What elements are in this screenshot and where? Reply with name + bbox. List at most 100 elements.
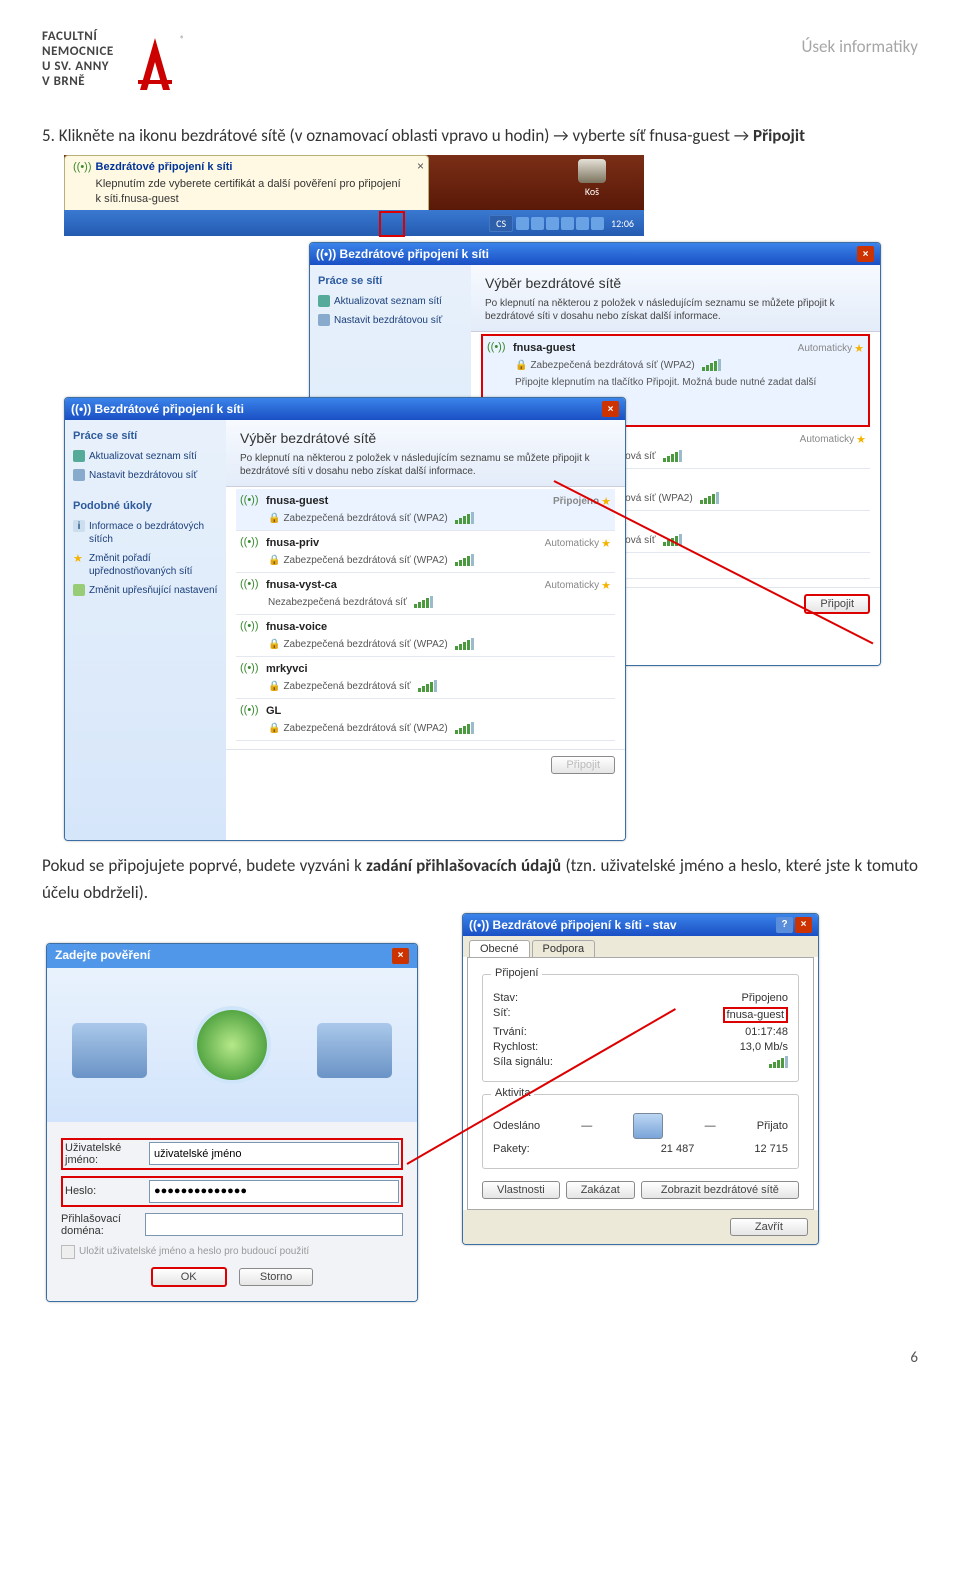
row-value: Připojeno (742, 992, 788, 1004)
lock-icon: 🔒 (268, 723, 280, 734)
signal-icon (702, 359, 721, 371)
password-input[interactable] (149, 1180, 399, 1203)
wifi-icon: ((•)) (487, 341, 507, 355)
sidebar-item-setup[interactable]: Nastavit bezdrátovou síť (318, 314, 463, 327)
disable-button[interactable]: Zakázat (566, 1181, 635, 1199)
network-item[interactable]: ((•))fnusa-guestPřipojeno★ 🔒Zabezpečená … (236, 489, 615, 531)
main-heading: Výběr bezdrátové sítě (485, 275, 866, 291)
sidebar-header: Práce se sítí (73, 430, 218, 442)
row-label: Stav: (493, 992, 518, 1004)
page-number: 6 (910, 1349, 918, 1367)
username-label: Uživatelské jméno: (65, 1142, 149, 1166)
help-icon[interactable]: ? (776, 917, 793, 933)
main-description: Po klepnutí na některou z položek v násl… (240, 452, 611, 478)
username-input[interactable] (149, 1142, 399, 1165)
lock-icon: 🔒 (268, 555, 280, 566)
logo-mark: ® (120, 30, 190, 100)
wifi-icon: ((•)) (240, 578, 260, 592)
dialog-title: Zadejte pověření (55, 948, 150, 964)
row-value: 01:17:48 (745, 1026, 788, 1038)
wifi-icon: ((•)) (73, 160, 92, 207)
wifi-icon: ((•)) (240, 536, 260, 550)
network-item[interactable]: ((•))fnusa-vyst-caAutomaticky★ Nezabezpe… (236, 573, 615, 615)
lock-icon: 🔒 (268, 681, 280, 692)
wifi-icon: ((•)) (71, 402, 91, 416)
properties-button[interactable]: Vlastnosti (482, 1181, 560, 1199)
connect-button-disabled: Připojit (551, 756, 615, 774)
tab-general[interactable]: Obecné (469, 940, 530, 957)
close-button[interactable]: Zavřít (730, 1218, 808, 1236)
signal-icon (455, 638, 474, 650)
credentials-illustration (47, 968, 417, 1122)
tray-wifi-icon[interactable] (546, 217, 559, 230)
wifi-icon: ((•)) (316, 247, 336, 261)
network-item[interactable]: ((•))GL 🔒Zabezpečená bezdrátová síť (WPA… (236, 699, 615, 741)
row-label: Trvání: (493, 1026, 527, 1038)
connect-button[interactable]: Připojit (804, 594, 870, 614)
tray-icon[interactable] (531, 217, 544, 230)
save-credentials-checkbox: Uložit uživatelské jméno a heslo pro bud… (61, 1245, 403, 1259)
lock-icon: 🔒 (268, 513, 280, 524)
star-icon: ★ (601, 537, 611, 550)
signal-icon (414, 596, 433, 608)
lock-icon: 🔒 (515, 360, 527, 371)
laptop-icon (72, 1023, 147, 1078)
tray-icon[interactable] (516, 217, 529, 230)
tray-icon[interactable] (591, 217, 604, 230)
tab-support[interactable]: Podpora (532, 940, 596, 957)
wireless-selector-window-front: ((•)) Bezdrátové připojení k síti× Práce… (64, 397, 626, 841)
close-icon[interactable]: × (392, 948, 409, 964)
recv-value: 12 715 (754, 1143, 788, 1155)
network-item[interactable]: ((•))fnusa-voice 🔒Zabezpečená bezdrátová… (236, 615, 615, 657)
lock-icon: 🔒 (268, 639, 280, 650)
close-icon[interactable]: × (417, 158, 424, 174)
row-label: Síť: (493, 1007, 511, 1023)
sidebar-item-advanced[interactable]: Změnit upřesňující nastavení (73, 584, 218, 597)
highlight-box (379, 211, 405, 237)
password-label: Heslo: (65, 1185, 149, 1197)
row-label: Pakety: (493, 1143, 530, 1155)
row-value: 13,0 Mb/s (740, 1041, 788, 1053)
wifi-icon: ((•)) (240, 704, 260, 718)
sidebar-item-info[interactable]: iInformace o bezdrátových sítích (73, 520, 218, 546)
star-icon: ★ (856, 433, 866, 446)
recycle-bin-icon[interactable]: Koš (578, 159, 606, 198)
step-5-text: 5. Klikněte na ikonu bezdrátové sítě (v … (64, 122, 918, 149)
show-networks-button[interactable]: Zobrazit bezdrátové sítě (641, 1181, 799, 1199)
sidebar-item-order[interactable]: ★Změnit pořadí upřednostňovaných sítí (73, 552, 218, 578)
balloon-tooltip[interactable]: × ((•)) Bezdrátové připojení k síti Klep… (64, 155, 429, 216)
logo: FACULTNÍ NEMOCNICE U SV. ANNY V BRNĚ ® (42, 30, 190, 100)
computer-icon (633, 1113, 663, 1139)
signal-icon (455, 554, 474, 566)
tooltip-text: k síti.fnusa-guest (96, 193, 179, 205)
recv-label: Přijato (757, 1120, 788, 1132)
signal-icon (455, 512, 474, 524)
sidebar-item-setup[interactable]: Nastavit bezdrátovou síť (73, 469, 218, 482)
domain-input[interactable] (145, 1213, 403, 1236)
tray-icon[interactable] (561, 217, 574, 230)
network-item[interactable]: ((•))fnusa-privAutomaticky★ 🔒Zabezpečená… (236, 531, 615, 573)
signal-icon (700, 492, 719, 504)
close-icon[interactable]: × (795, 917, 812, 933)
ok-button[interactable]: OK (151, 1267, 227, 1287)
tray-icon[interactable] (576, 217, 589, 230)
sidebar-item-refresh[interactable]: Aktualizovat seznam sítí (73, 450, 218, 463)
main-heading: Výběr bezdrátové sítě (240, 430, 611, 446)
domain-label: Přihlašovací doména: (61, 1213, 145, 1237)
close-icon[interactable]: × (602, 401, 619, 417)
network-item[interactable]: ((•))mrkyvci 🔒Zabezpečená bezdrátová síť (236, 657, 615, 699)
cancel-button[interactable]: Storno (239, 1268, 313, 1286)
sent-value: 21 487 (661, 1143, 695, 1155)
signal-icon (418, 680, 437, 692)
taskbar-clock: 12:06 (607, 217, 638, 230)
window-title: Bezdrátové připojení k síti (340, 247, 489, 261)
sidebar-header: Práce se sítí (318, 275, 463, 287)
close-icon[interactable]: × (857, 246, 874, 262)
paragraph-2: Pokud se připojujete poprvé, budete vyzv… (42, 852, 918, 906)
sidebar-item-refresh[interactable]: Aktualizovat seznam sítí (318, 295, 463, 308)
section-title: Úsek informatiky (801, 30, 918, 57)
row-label: Síla signálu: (493, 1056, 553, 1068)
language-indicator[interactable]: CS (489, 215, 513, 232)
sidebar: Práce se sítí Aktualizovat seznam sítí N… (65, 420, 226, 840)
credentials-dialog: Zadejte pověření × Uživatelské jméno: Hes… (46, 943, 418, 1302)
